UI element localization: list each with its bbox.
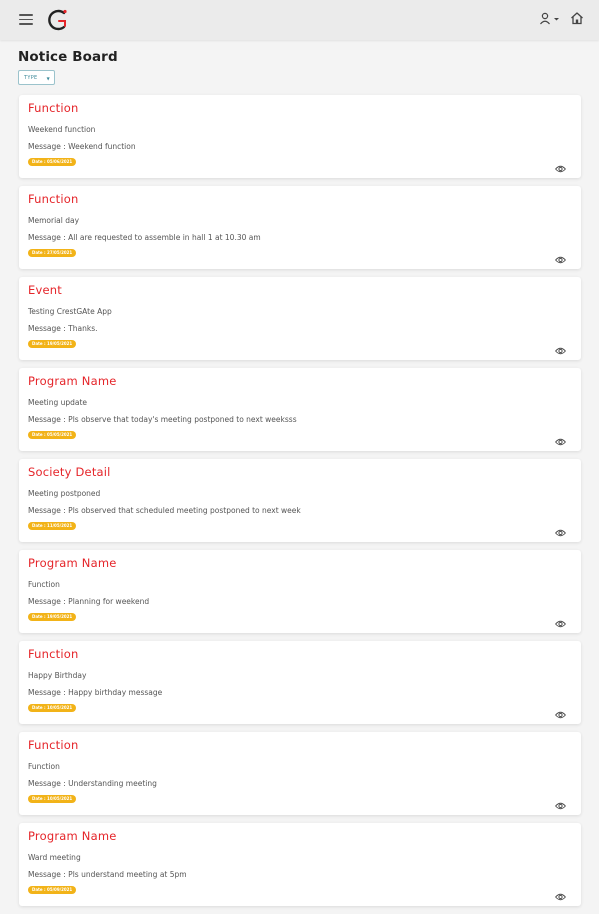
view-eye-icon[interactable] xyxy=(554,613,567,628)
view-eye-icon[interactable] xyxy=(554,522,567,537)
date-badge: Date : 19/05/2021 xyxy=(28,613,77,621)
date-badge: Date : 05/05/2021 xyxy=(28,431,77,439)
date-badge: Date : 27/05/2021 xyxy=(28,249,77,257)
chevron-down-icon: ▼ xyxy=(46,76,50,81)
type-filter-dropdown[interactable]: TYPE ▼ xyxy=(18,70,55,85)
notice-card[interactable]: Function Happy Birthday Message : Happy bi… xyxy=(19,641,581,724)
date-badge: Date : 10/05/2021 xyxy=(28,795,77,803)
notice-message: Message : Thanks. xyxy=(28,324,98,333)
notice-title: Society Detail xyxy=(28,465,111,479)
view-eye-icon[interactable] xyxy=(554,704,567,719)
notice-message: Message : All are requested to assemble … xyxy=(28,233,261,242)
page-title: Notice Board xyxy=(18,49,118,65)
notice-subject: Ward meeting xyxy=(28,853,81,862)
notice-title: Program Name xyxy=(28,556,117,570)
notice-card[interactable]: Function Function Message : Understanding … xyxy=(19,732,581,815)
date-badge: Date : 10/05/2021 xyxy=(28,704,77,712)
notice-subject: Happy Birthday xyxy=(28,671,87,680)
notice-subject: Function xyxy=(28,580,60,589)
notice-title: Function xyxy=(28,192,79,206)
notice-list: Function Weekend function Message : Weeken… xyxy=(19,95,581,914)
notice-title: Function xyxy=(28,647,79,661)
notice-message: Message : Understanding meeting xyxy=(28,779,157,788)
notice-subject: Memorial day xyxy=(28,216,80,225)
notice-title: Program Name xyxy=(28,374,117,388)
view-eye-icon[interactable] xyxy=(554,886,567,901)
brand-logo-icon[interactable] xyxy=(46,7,70,33)
user-account-icon[interactable] xyxy=(539,12,561,26)
notice-message: Message : Planning for weekend xyxy=(28,597,150,606)
view-eye-icon[interactable] xyxy=(554,249,567,264)
hamburger-menu-icon[interactable] xyxy=(19,14,33,25)
notice-subject: Meeting postponed xyxy=(28,489,101,498)
date-badge: Date : 05/06/2021 xyxy=(28,158,77,166)
notice-card[interactable]: Function Weekend function Message : Weeken… xyxy=(19,95,581,178)
view-eye-icon[interactable] xyxy=(554,795,567,810)
notice-subject: Function xyxy=(28,762,60,771)
type-filter-label: TYPE xyxy=(24,75,38,81)
notice-title: Program Name xyxy=(28,829,117,843)
notice-subject: Weekend function xyxy=(28,125,96,134)
notice-message: Message : Pls observed that scheduled me… xyxy=(28,506,301,515)
notice-message: Message : Pls observe that today's meeti… xyxy=(28,415,297,424)
view-eye-icon[interactable] xyxy=(554,158,567,173)
notice-title: Function xyxy=(28,101,79,115)
notice-card[interactable]: Event Testing CrestGAte App Message : Than… xyxy=(19,277,581,360)
notice-message: Message : Happy birthday message xyxy=(28,688,163,697)
view-eye-icon[interactable] xyxy=(554,340,567,355)
notice-message: Message : Weekend function xyxy=(28,142,136,151)
notice-title: Function xyxy=(28,738,79,752)
date-badge: Date : 11/05/2021 xyxy=(28,522,77,530)
home-icon[interactable] xyxy=(570,11,584,25)
notice-title: Event xyxy=(28,283,62,297)
notice-subject: Meeting update xyxy=(28,398,88,407)
notice-subject: Testing CrestGAte App xyxy=(28,307,112,316)
notice-card[interactable]: Program Name Function Message : Planning f… xyxy=(19,550,581,633)
notice-card[interactable]: Program Name Ward meeting Message : Pls un… xyxy=(19,823,581,906)
view-eye-icon[interactable] xyxy=(554,431,567,446)
notice-card[interactable]: Society Detail Meeting postponed Message :… xyxy=(19,459,581,542)
date-badge: Date : 19/05/2021 xyxy=(28,340,77,348)
date-badge: Date : 05/09/2021 xyxy=(28,886,77,894)
notice-card[interactable]: Function Memorial day Message : All are re… xyxy=(19,186,581,269)
top-app-bar xyxy=(0,0,599,40)
notice-card[interactable]: Program Name Meeting update Message : Pls … xyxy=(19,368,581,451)
notice-message: Message : Pls understand meeting at 5pm xyxy=(28,870,187,879)
